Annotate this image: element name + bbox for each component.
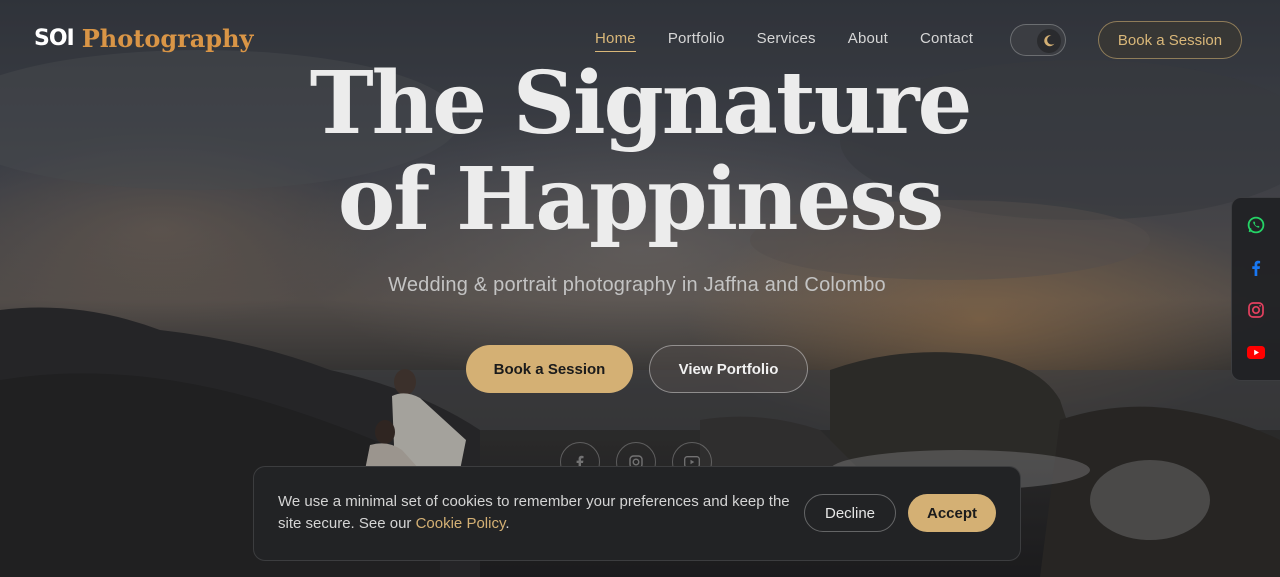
theme-toggle-knob [1037, 29, 1061, 53]
hero-title-line-2: of Happiness [337, 149, 944, 250]
view-portfolio-button[interactable]: View Portfolio [649, 345, 808, 393]
moon-icon [1044, 35, 1055, 47]
book-session-button[interactable]: Book a Session [466, 345, 633, 393]
cookie-accept-button[interactable]: Accept [908, 494, 996, 532]
hero-title-line-1: The Signature [309, 53, 973, 154]
hero-subtitle: Wedding & portrait photography in Jaffna… [388, 274, 886, 296]
nav-link-about[interactable]: About [848, 30, 888, 52]
cookie-text: We use a minimal set of cookies to remem… [278, 493, 790, 532]
theme-toggle[interactable] [1010, 24, 1066, 56]
nav-link-contact[interactable]: Contact [920, 30, 973, 52]
site-logo[interactable]: SOI Photography [34, 24, 253, 53]
facebook-icon[interactable] [1245, 257, 1267, 279]
youtube-icon[interactable] [1245, 342, 1267, 364]
nav-link-services[interactable]: Services [757, 30, 816, 52]
cookie-text-end: . [505, 515, 510, 532]
cookie-decline-button[interactable]: Decline [804, 494, 896, 532]
instagram-icon[interactable] [1245, 299, 1267, 321]
hero-title: The Signature of Happiness [0, 56, 1280, 248]
whatsapp-icon[interactable] [1245, 214, 1267, 236]
cookie-policy-link[interactable]: Cookie Policy [416, 515, 506, 532]
social-rail [1231, 197, 1280, 381]
logo-text: Photography [81, 24, 254, 53]
main-nav: Home Portfolio Services About Contact [595, 30, 1005, 52]
header-book-session-button[interactable]: Book a Session [1098, 21, 1242, 59]
cookie-message: We use a minimal set of cookies to remem… [278, 491, 798, 535]
nav-link-portfolio[interactable]: Portfolio [668, 30, 725, 52]
cookie-banner: We use a minimal set of cookies to remem… [253, 466, 1021, 561]
logo-mark: SOI [34, 26, 75, 51]
nav-link-home[interactable]: Home [595, 30, 636, 52]
